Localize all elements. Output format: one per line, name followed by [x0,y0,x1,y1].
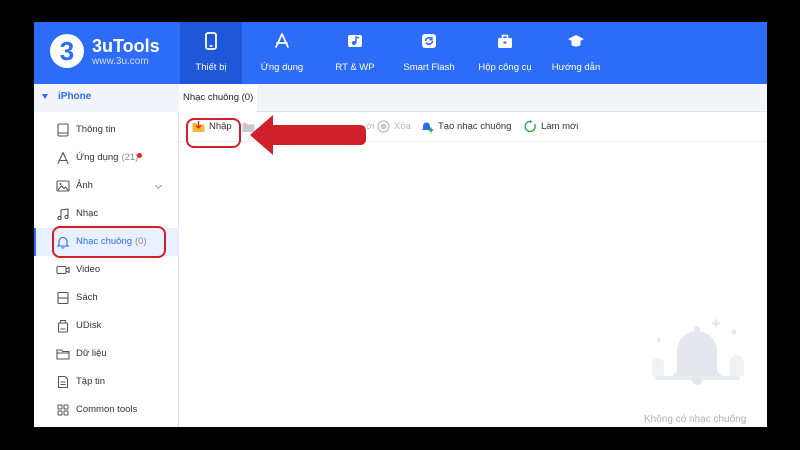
delete-icon [377,120,390,133]
image-icon [56,180,70,192]
notification-badge [137,153,142,158]
refresh-label: Làm mới [541,121,579,132]
nav-label: Thiết bị [195,62,227,73]
logo-digit: 3 [59,36,75,66]
nav-label: Hướng dẫn [551,62,601,73]
app-name: 3uTools [92,36,160,56]
nav-item-toolbox[interactable]: Hộp công cụ [470,22,540,84]
apps-count: (21) [121,152,139,163]
create-ringtone-label: Tạo nhạc chuông [438,121,512,132]
sidebar-highlight-annotation [52,226,166,258]
delete-button[interactable]: Xóa [377,120,411,134]
sidebar-item-label: Common tools [76,404,138,415]
empty-bell-illustration [652,318,744,385]
nav-item-smart-flash[interactable]: Smart Flash [394,22,464,84]
sidebar-item-label: Nhạc [76,208,99,219]
grid-icon [57,404,69,416]
sidebar-item-label: Sách [76,292,98,303]
sidebar-item-udisk[interactable]: UDisk [34,312,179,340]
nav-label: Hộp công cụ [478,62,532,73]
tab-ringtones[interactable]: Nhạc chuông (0) [179,84,258,112]
sidebar-item-data[interactable]: Dữ liệu [34,340,179,368]
sidebar-item-label: Tập tin [76,376,106,387]
refresh-icon [524,120,536,133]
music-image-icon [348,35,362,47]
sidebar-item-label: Video [76,264,101,275]
sidebar-item-label: Thông tin [76,124,116,135]
sidebar-item-apps[interactable]: Ứng dụng (21) [34,144,179,172]
sidebar-item-photos[interactable]: Ảnh [34,172,179,200]
graduation-cap-icon [568,35,584,47]
chevron-down-icon[interactable] [154,181,163,190]
sidebar-item-books[interactable]: Sách [34,284,179,312]
app-logo: 3 3uTools www.3u.com [50,34,190,74]
sidebar-item-label: Ứng dụng (21) [76,152,138,163]
book-icon [57,291,69,305]
tablet-icon [57,123,69,137]
nav-label: RT & WP [335,62,375,73]
file-icon [57,375,69,389]
nav-label: Smart Flash [403,62,455,73]
sidebar-item-info[interactable]: Thông tin [34,116,179,144]
collapse-triangle-icon [42,94,48,99]
app-store-icon [57,151,69,165]
refresh-button[interactable]: Làm mới [524,120,580,134]
nav-item-apps[interactable]: Ứng dụng [248,22,316,84]
sidebar-item-common-tools[interactable]: Common tools [34,396,179,424]
import-highlight-annotation [186,118,241,148]
nav-item-device[interactable]: Thiết bị [180,22,242,84]
app-window: 3 3uTools www.3u.com Thiết bị Ứng dụng R… [34,22,767,427]
sidebar-item-label: Ảnh [76,180,93,191]
sidebar-item-video[interactable]: Video [34,256,179,284]
flash-icon [422,34,436,48]
sidebar-item-label: Dữ liệu [76,348,107,359]
top-bar: 3 3uTools www.3u.com Thiết bị Ứng dụng R… [34,22,767,84]
device-header[interactable]: iPhone [34,84,179,112]
logo-mark: 3 [50,34,84,68]
empty-state-text: Không có nhạc chuông [644,414,747,425]
sidebar-item-music[interactable]: Nhạc [34,200,179,228]
create-ringtone-button[interactable]: Tạo nhạc chuông [421,120,513,134]
delete-label: Xóa [394,121,411,132]
red-arrow-annotation [250,115,366,155]
device-name: iPhone [58,91,92,102]
folder-icon [56,349,70,360]
video-icon [56,265,70,275]
nav-label: Ứng dụng [260,62,304,73]
phone-icon [205,32,217,50]
nav-item-rt-wp[interactable]: RT & WP [322,22,388,84]
nav-item-guide[interactable]: Hướng dẫn [544,22,608,84]
music-note-icon [57,208,69,221]
toolbox-icon [498,34,512,48]
bell-plus-icon [422,122,434,133]
sidebar-item-label: UDisk [76,320,102,331]
tab-bar: Nhạc chuông (0) [179,84,767,112]
sidebar-item-files[interactable]: Tập tin [34,368,179,396]
apps-label: Ứng dụng [76,152,119,163]
udisk-icon [57,319,69,333]
app-store-icon [275,33,289,48]
app-url: www.3u.com [92,56,149,67]
